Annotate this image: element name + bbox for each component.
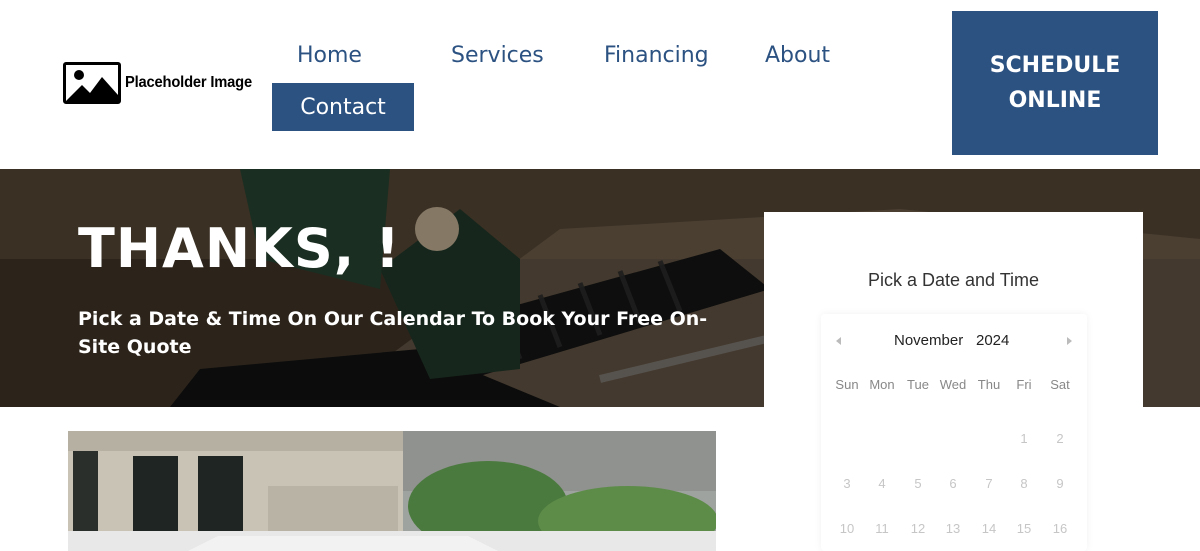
- calendar-day: 3: [843, 476, 851, 491]
- calendar-day: 7: [985, 476, 993, 491]
- logo[interactable]: Placeholder Image: [63, 62, 263, 104]
- hero-subtitle: Pick a Date & Time On Our Calendar To Bo…: [78, 308, 708, 358]
- schedule-online-button[interactable]: SCHEDULE ONLINE: [952, 11, 1158, 155]
- calendar-day: 5: [914, 476, 922, 491]
- scheduling-widget: Pick a Date and Time November 2024 Sun M…: [764, 212, 1143, 551]
- calendar-heading: Pick a Date and Time: [867, 270, 1040, 290]
- building-photo: [68, 431, 716, 551]
- calendar-day: 8: [1020, 476, 1028, 491]
- weekday-sat: Sat: [1050, 377, 1070, 392]
- logo-text: Placeholder Image: [125, 74, 252, 91]
- hero-title: THANKS, !: [78, 217, 401, 280]
- calendar-day: 15: [1016, 521, 1032, 536]
- calendar-day: 16: [1052, 521, 1068, 536]
- calendar-day: 6: [949, 476, 957, 491]
- calendar-day: 1: [1020, 431, 1028, 446]
- nav-services[interactable]: Services: [451, 43, 544, 68]
- calendar-day: 12: [910, 521, 926, 536]
- calendar-day: 10: [839, 521, 855, 536]
- nav-financing[interactable]: Financing: [604, 43, 709, 68]
- weekday-wed: Wed: [939, 377, 967, 392]
- schedule-button-line1: SCHEDULE: [989, 53, 1121, 78]
- weekday-fri: Fri: [1016, 377, 1032, 392]
- nav-home[interactable]: Home: [297, 43, 362, 68]
- calendar-day: 14: [981, 521, 997, 536]
- nav-about[interactable]: About: [765, 43, 830, 68]
- prev-month-icon[interactable]: [834, 336, 844, 346]
- site-header: Placeholder Image Home Services Financin…: [0, 0, 1200, 169]
- calendar-day: 9: [1056, 476, 1064, 491]
- calendar: November 2024 Sun Mon Tue Wed Thu Fri Sa…: [821, 314, 1087, 551]
- weekday-tue: Tue: [907, 377, 929, 392]
- schedule-button-line2: ONLINE: [1008, 88, 1102, 113]
- calendar-day: 2: [1056, 431, 1064, 446]
- weekday-thu: Thu: [977, 377, 1001, 392]
- weekday-sun: Sun: [835, 377, 859, 392]
- image-placeholder-icon: [63, 62, 121, 104]
- weekday-mon: Mon: [869, 377, 895, 392]
- calendar-day: 11: [875, 521, 889, 536]
- calendar-year[interactable]: 2024: [976, 332, 1009, 349]
- calendar-day: 4: [878, 476, 886, 491]
- calendar-day: 13: [945, 521, 961, 536]
- nav-contact[interactable]: Contact: [272, 83, 414, 131]
- calendar-month[interactable]: November: [894, 332, 963, 349]
- next-month-icon[interactable]: [1064, 336, 1074, 346]
